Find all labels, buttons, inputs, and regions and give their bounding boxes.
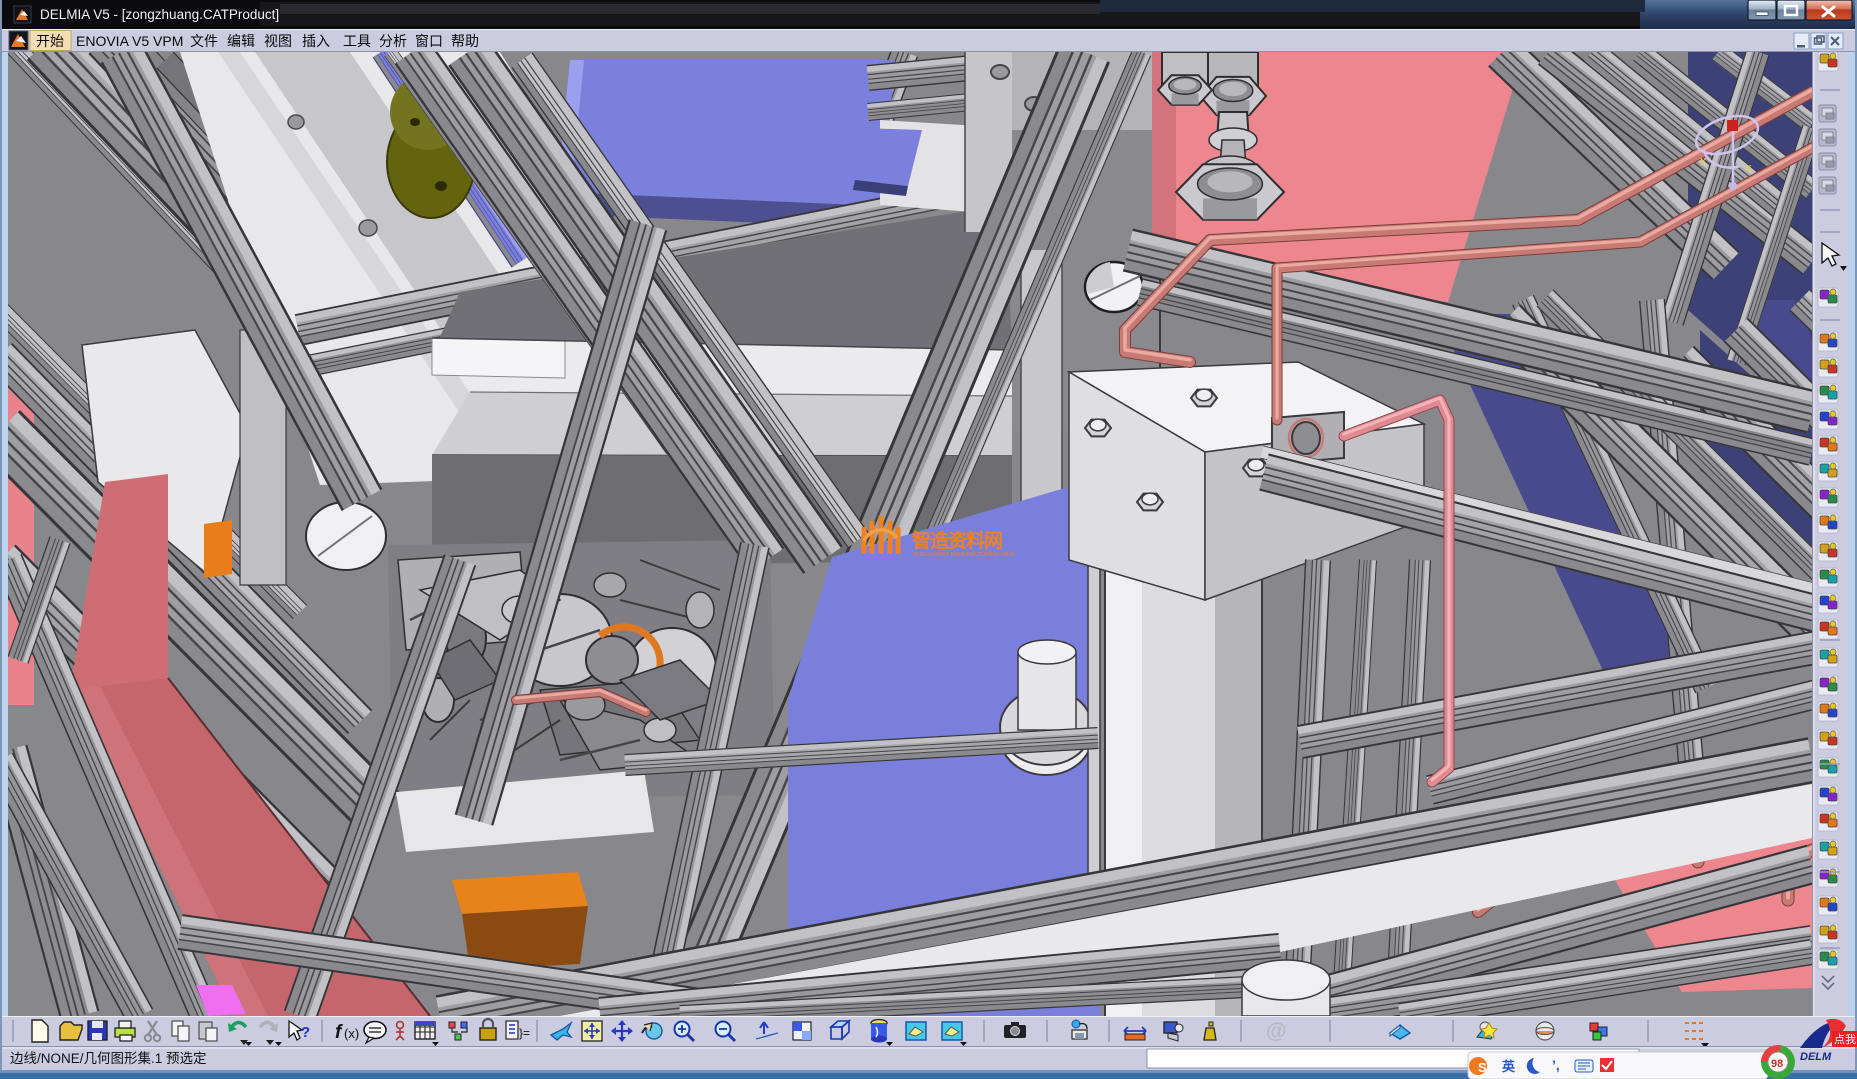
svg-text:98: 98 [1771, 1058, 1783, 1070]
svg-text:编辑: 编辑 [227, 33, 255, 49]
svg-text:工具: 工具 [343, 33, 371, 49]
svg-text:英: 英 [1501, 1059, 1516, 1074]
svg-text:x: x [1700, 153, 1707, 168]
svg-text:?: ? [301, 1024, 310, 1041]
svg-text:视图: 视图 [264, 33, 292, 49]
svg-text:开始: 开始 [36, 33, 64, 49]
svg-text:插入: 插入 [302, 33, 330, 49]
svg-text:点我: 点我 [1834, 1033, 1856, 1046]
svg-text:ENOVIA V5 VPM: ENOVIA V5 VPM [76, 33, 183, 49]
svg-text:INTELLIGENT MANUFACTURING DATA: INTELLIGENT MANUFACTURING DATA [913, 552, 1015, 558]
svg-text:文件: 文件 [190, 33, 218, 49]
svg-text:智造资料网: 智造资料网 [912, 529, 1002, 552]
svg-text:窗口: 窗口 [415, 33, 443, 49]
svg-text:@: @ [1266, 1020, 1286, 1043]
svg-text:’,: ’, [1552, 1057, 1560, 1073]
svg-text:S: S [1478, 1060, 1487, 1075]
svg-text:分析: 分析 [379, 33, 407, 49]
svg-text:DELMIA V5 - [zongzhuang.CATPro: DELMIA V5 - [zongzhuang.CATProduct] [40, 7, 279, 22]
svg-text:}=: }= [519, 1026, 530, 1040]
svg-text:(x): (x) [344, 1026, 359, 1041]
svg-text:帮助: 帮助 [451, 33, 479, 49]
svg-text:边线/NONE/几何图形集.1 预选定: 边线/NONE/几何图形集.1 预选定 [10, 1051, 207, 1066]
svg-text:x: x [1745, 160, 1752, 175]
svg-text:DELM: DELM [1800, 1051, 1832, 1063]
